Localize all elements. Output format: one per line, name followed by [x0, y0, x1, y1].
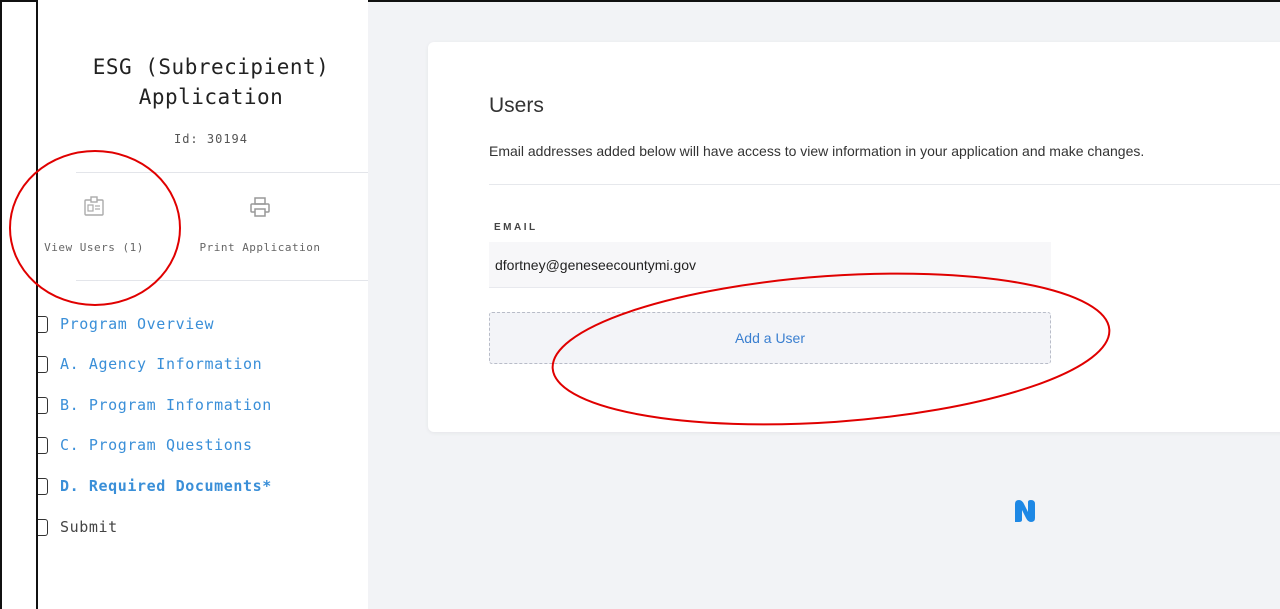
users-card: Users Email addresses added below will h… — [428, 42, 1280, 432]
checkbox-icon — [38, 396, 48, 414]
checkbox-icon — [38, 355, 48, 373]
email-row: dfortney@geneseecountymi.gov — [489, 242, 1051, 288]
print-application-label: Print Application — [199, 241, 321, 254]
nav-item-label: Program Overview — [60, 315, 215, 333]
nav-item-label: B. Program Information — [60, 396, 272, 414]
nav-item-program-overview[interactable]: Program Overview — [38, 312, 214, 336]
email-value: dfortney@geneseecountymi.gov — [495, 256, 696, 273]
nav-item-required-documents[interactable]: D. Required Documents* — [38, 474, 272, 498]
email-column-header: EMAIL — [494, 222, 538, 233]
view-users-label: View Users (1) — [44, 241, 144, 254]
nav-item-label: D. Required Documents* — [60, 477, 272, 495]
sidebar: ESG (Subrecipient) Application Id: 30194… — [36, 0, 386, 609]
application-title: ESG (Subrecipient) Application — [38, 52, 384, 112]
printer-icon — [250, 197, 270, 217]
divider — [489, 184, 1280, 185]
nav-item-submit[interactable]: Submit — [38, 515, 118, 539]
application-id: Id: 30194 — [173, 132, 249, 146]
checkbox-icon — [38, 477, 48, 495]
nav-item-program-information[interactable]: B. Program Information — [38, 393, 272, 417]
add-user-label: Add a User — [734, 330, 806, 346]
view-users-button[interactable]: View Users (1) — [24, 195, 164, 254]
checkbox-icon — [38, 436, 48, 454]
divider — [76, 280, 386, 281]
checkbox-icon — [38, 518, 48, 536]
title-line-2: Application — [138, 85, 284, 109]
id-card-icon — [84, 196, 104, 216]
nav-item-label: C. Program Questions — [60, 436, 253, 454]
print-application-button[interactable]: Print Application — [190, 195, 330, 254]
nav-item-program-questions[interactable]: C. Program Questions — [38, 433, 253, 457]
brand-logo-icon — [1015, 500, 1035, 522]
nav-item-label: A. Agency Information — [60, 355, 263, 373]
main-content: Users Email addresses added below will h… — [368, 2, 1280, 609]
checkbox-icon — [38, 315, 48, 333]
title-line-1: ESG (Subrecipient) — [92, 55, 330, 79]
nav-item-label: Submit — [60, 518, 118, 536]
users-title: Users — [489, 94, 544, 117]
divider — [76, 172, 386, 173]
add-user-button[interactable]: Add a User — [489, 312, 1051, 364]
users-description: Email addresses added below will have ac… — [489, 143, 1145, 159]
nav-item-agency-information[interactable]: A. Agency Information — [38, 352, 262, 376]
